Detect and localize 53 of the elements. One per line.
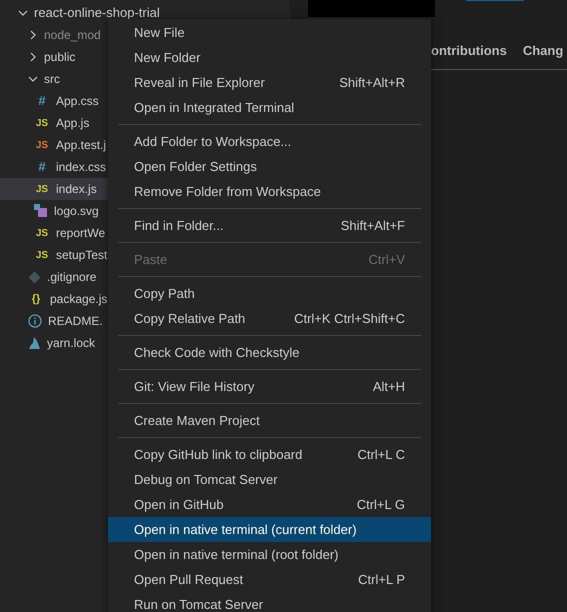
js-icon: JS [34,182,50,196]
menu-label: Open in native terminal (root folder) [134,546,338,564]
file-name: reportWe [56,225,106,242]
menu-label: Open in native terminal (current folder) [134,520,357,539]
file-name: README. [48,313,103,330]
menu-label: Check Code with Checkstyle [134,344,300,362]
js-icon: JS [34,138,50,152]
menu-label: Find in Folder... [134,216,224,235]
menu-label: Git: View File History [134,378,254,396]
shortcut-label: Alt+H [372,378,405,396]
file-name: package.js [50,291,108,308]
menu-label: Debug on Tomcat Server [134,470,278,489]
file-name: src [44,71,60,88]
folder-name: react-online-shop-trial [34,4,160,22]
menu-label: Run on Tomcat Server [134,596,264,612]
file-name: .gitignore [47,269,96,286]
file-name: App.js [56,115,90,132]
file-name: yarn.lock [47,335,96,352]
menu-label: Reveal in File Explorer [134,74,265,92]
menu-label: Create Maven Project [134,412,260,430]
menu-label: Copy Path [134,284,195,303]
menu-label: Copy Relative Path [134,310,246,328]
shortcut-label: Ctrl+L G [356,496,405,514]
shortcut-label: Shift+Alt+R [339,74,405,92]
shortcut-label: Ctrl+L C [357,446,405,464]
menu-label: Remove Folder from Workspace [134,182,321,201]
shortcut-label: Ctrl+K Ctrl+Shift+C [294,310,405,328]
file-name: setupTest [56,247,108,264]
menu-label: New Folder [134,48,200,67]
shortcut-label: Ctrl+V [368,250,405,269]
hash-icon: # [34,91,50,111]
menu-label: Open Pull Request [134,570,244,589]
shortcut-label: Ctrl+L P [358,570,405,589]
file-name: index.js [56,181,97,198]
menu-label: Copy GitHub link to clipboard [134,446,302,464]
js-icon: JS [34,116,50,130]
menu-label: Open in Integrated Terminal [134,98,294,117]
file-name: App.css [56,93,99,110]
braces-icon: {} [28,290,44,308]
menu-label: New File [134,24,185,42]
menu-label: Open Folder Settings [134,158,257,176]
menu-label: Open in GitHub [134,496,224,514]
file-name: public [44,49,76,66]
file-name: App.test.j [56,137,106,154]
js-icon: JS [34,248,50,262]
file-name: index.css [56,159,106,176]
js-icon: JS [34,226,50,240]
shortcut-label: Shift+Alt+F [340,216,405,235]
file-name: node_mod [44,27,101,44]
menu-label: Add Folder to Workspace... [134,132,292,151]
file-name: logo.svg [54,203,99,220]
hash-icon: # [34,157,50,177]
menu-label: Paste [134,250,168,269]
